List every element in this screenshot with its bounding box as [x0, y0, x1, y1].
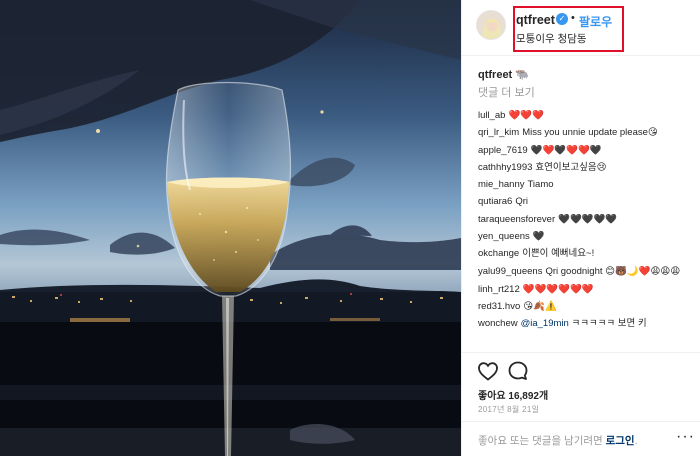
post-location[interactable]: 모퉁이우 청담동 [516, 31, 587, 46]
comment-text: Qri goodnight 😊🐻🌙❤️😩😩😩 [545, 265, 681, 277]
comment-text: 😘🍂⚠️ [523, 300, 557, 312]
comment-username[interactable]: lull_ab [478, 110, 505, 121]
comment-row: apple_7619 🖤❤️🖤❤️❤️🖤 [478, 142, 693, 159]
caption-username[interactable]: qtfreet [478, 69, 512, 81]
comment-row: okchange 이쁜이 예뻐네요~! [478, 245, 693, 262]
verified-badge-icon: ✓ [556, 13, 568, 25]
login-bar: 좋아요 또는 댓글을 남기려면 로그인. ··· [462, 421, 700, 456]
login-link[interactable]: 로그인 [606, 435, 635, 447]
avatar[interactable] [476, 10, 506, 40]
comment-text: 🖤❤️🖤❤️❤️🖤 [530, 144, 602, 156]
champagne-glass-photo [0, 0, 461, 456]
login-prompt: 좋아요 또는 댓글을 남기려면 로그인. [478, 433, 638, 448]
comment-username[interactable]: red31.hvo [478, 301, 520, 312]
comment-row: yalu99_queens Qri goodnight 😊🐻🌙❤️😩😩😩 [478, 263, 693, 281]
comment-row: mie_hanny Tiamo [478, 176, 693, 193]
post-date: 2017년 8월 21일 [478, 405, 540, 414]
caption: qtfreet 🐃 [478, 66, 693, 84]
comment-text: ㅋㅋㅋㅋㅋ 보면 키 [571, 318, 647, 330]
comment-row: taraqueensforever 🖤🖤🖤🖤🖤 [478, 211, 693, 228]
post-side-panel: qtfreet ✓ • 팔로우 모퉁이우 청담동 qtfreet 🐃 댓글 더 … [461, 0, 700, 456]
caption-text: 🐃 [515, 69, 529, 81]
comment-username[interactable]: linh_rt212 [478, 284, 520, 295]
comment-username[interactable]: qutiara6 [478, 196, 512, 207]
comment-username[interactable]: yalu99_queens [478, 266, 542, 277]
separator-dot: • [571, 12, 575, 24]
follow-button[interactable]: 팔로우 [579, 13, 612, 30]
likes-count[interactable]: 좋아요 16,892개 [478, 387, 548, 402]
post-photo[interactable] [0, 0, 461, 456]
comment-row: linh_rt212 ❤️❤️❤️❤️❤️❤️ [478, 281, 693, 298]
comment-username[interactable]: qri_lr_kim [478, 127, 519, 138]
comment-row: qri_lr_kim Miss you unnie update please😘 [478, 124, 693, 141]
load-more-comments-button[interactable]: 댓글 더 보기 [478, 84, 693, 102]
post-actions: 좋아요 16,892개 2017년 8월 21일 [462, 352, 700, 414]
post-header: qtfreet ✓ • 팔로우 모퉁이우 청담동 [462, 0, 700, 56]
comment-username[interactable]: apple_7619 [478, 145, 528, 156]
comment-text: Tiamo [527, 179, 554, 191]
comments-section: qtfreet 🐃 댓글 더 보기 lull_ab ❤️❤️❤️ qri_lr_k… [478, 66, 693, 352]
profile-photo-icon [477, 11, 505, 39]
comment-text: Qri [515, 196, 529, 208]
comment-bubble-icon[interactable] [506, 359, 530, 383]
comment-text: 효연이보고싶음😢 [535, 161, 607, 173]
comment-text: Miss you unnie update please😘 [522, 127, 658, 139]
heart-icon[interactable] [476, 359, 500, 383]
comment-username[interactable]: taraqueensforever [478, 214, 555, 225]
comment-row: wonchew @ia_19min ㅋㅋㅋㅋㅋ 보면 키 [478, 315, 693, 332]
comment-row: qutiara6 Qri [478, 193, 693, 210]
comment-row: red31.hvo 😘🍂⚠️ [478, 298, 693, 315]
comment-username[interactable]: mie_hanny [478, 179, 524, 190]
comment-text: ❤️❤️❤️❤️❤️❤️ [522, 283, 594, 295]
comment-mention[interactable]: @ia_19min [521, 318, 569, 329]
comment-text: ❤️❤️❤️ [508, 110, 544, 121]
comment-row: cathhhy1993 효연이보고싶음😢 [478, 159, 693, 176]
login-period: . [634, 435, 638, 447]
more-dots-icon[interactable]: ··· [676, 428, 695, 446]
comment-username[interactable]: wonchew [478, 318, 518, 329]
comment-row: yen_queens 🖤 [478, 228, 693, 245]
login-prompt-text: 좋아요 또는 댓글을 남기려면 [478, 435, 603, 447]
comment-username[interactable]: cathhhy1993 [478, 162, 532, 173]
comment-text: 이쁜이 예뻐네요~! [522, 248, 595, 260]
comment-row: lull_ab ❤️❤️❤️ [478, 107, 693, 124]
comment-text: 🖤🖤🖤🖤🖤 [558, 213, 618, 225]
comment-text: 🖤 [532, 231, 545, 243]
comment-username[interactable]: okchange [478, 248, 519, 259]
post-username[interactable]: qtfreet [516, 13, 555, 27]
comment-username[interactable]: yen_queens [478, 231, 530, 242]
